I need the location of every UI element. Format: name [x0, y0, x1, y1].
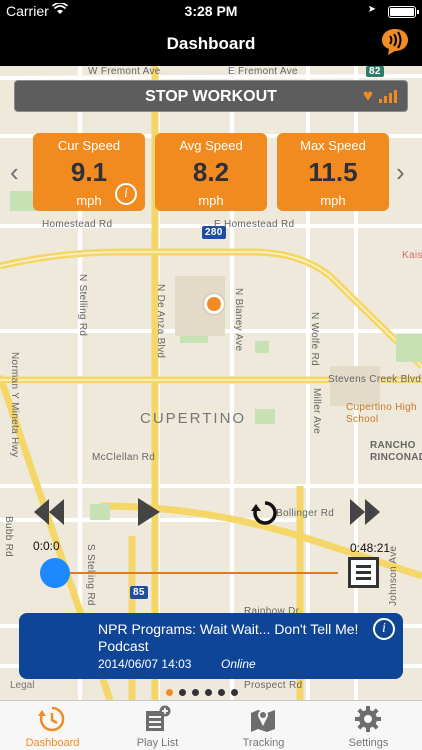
track-list-button[interactable] [348, 557, 379, 588]
street-label: Norman Y Mineta Hwy [9, 352, 20, 458]
chevron-right-icon[interactable]: › [396, 158, 405, 186]
signal-strength-icon [379, 90, 397, 103]
play-button[interactable] [138, 498, 160, 526]
speed-unit: mph [320, 193, 346, 208]
gear-icon [355, 706, 381, 732]
speed-label: Cur Speed [57, 138, 121, 153]
podcast-status: Online [221, 657, 256, 671]
speed-value: 11.5 [308, 157, 358, 187]
progress-track[interactable] [70, 572, 338, 574]
map-legal-link[interactable]: Legal [10, 680, 34, 691]
tab-tracking[interactable]: Tracking [211, 701, 316, 750]
route-shield-85: 85 [130, 586, 148, 599]
street-label: Homestead Rd [42, 219, 113, 230]
status-bar: Carrier 3:28 PM ➤ [0, 0, 422, 22]
location-arrow-icon: ➤ [367, 4, 376, 15]
speed-value: 8.2 [192, 157, 230, 187]
playlist-add-icon [146, 705, 171, 731]
tab-label: Dashboard [25, 737, 80, 749]
current-location-marker [204, 294, 224, 314]
street-label: N Wolfe Rd [309, 312, 320, 366]
repeat-icon[interactable] [250, 498, 280, 528]
place-label: Kaiser Permanente [402, 250, 422, 261]
chevron-left-icon[interactable]: ‹ [10, 158, 19, 186]
route-shield-82: 82 [366, 66, 384, 77]
podcast-title: NPR Programs: Wait Wait... Don't Tell Me… [98, 621, 359, 654]
speed-unit: mph [198, 193, 224, 208]
heart-icon: ♥ [362, 86, 373, 105]
stop-workout-button[interactable]: STOP WORKOUT ♥ [14, 80, 408, 112]
page-title: Dashboard [166, 34, 256, 53]
street-label: W Fremont Ave [88, 66, 161, 77]
stop-workout-label: STOP WORKOUT [145, 88, 277, 105]
street-label: E Fremont Ave [228, 66, 298, 77]
page-dot[interactable] [166, 689, 173, 696]
total-duration: 0:48:21 [350, 541, 391, 555]
current-speed-card[interactable]: Cur Speed 9.1 mph i [33, 133, 145, 211]
fast-forward-button[interactable] [350, 499, 380, 525]
place-label: RANCHO RINCONADA [370, 440, 422, 463]
chat-bubble-icon[interactable] [380, 27, 410, 57]
page-dot[interactable] [179, 689, 186, 696]
page-dot[interactable] [205, 689, 212, 696]
street-label: N Blaney Ave [233, 288, 244, 352]
street-label: McClellan Rd [92, 452, 156, 463]
tab-dashboard[interactable]: Dashboard [0, 701, 105, 750]
now-playing-card[interactable]: NPR Programs: Wait Wait... Don't Tell Me… [19, 613, 403, 679]
tab-label: Tracking [242, 737, 285, 749]
rewind-button[interactable] [34, 499, 64, 525]
info-icon[interactable]: i [373, 618, 395, 640]
place-label: Cupertino High School [346, 402, 417, 425]
progress-slider-knob[interactable] [40, 558, 70, 588]
street-label: N Stelling Rd [77, 274, 88, 337]
page-indicator[interactable] [166, 683, 244, 696]
street-label: Miller Ave [311, 388, 322, 435]
average-speed-card[interactable]: Avg Speed 8.2 mph [155, 133, 267, 211]
speed-label: Avg Speed [179, 138, 243, 153]
page-dot[interactable] [218, 689, 225, 696]
map-pin-icon [251, 710, 275, 732]
nav-bar: Dashboard [0, 22, 422, 66]
page-dot[interactable] [192, 689, 199, 696]
max-speed-card[interactable]: Max Speed 11.5 mph [277, 133, 389, 211]
street-label: Prospect Rd [244, 680, 303, 691]
street-label: S Stelling Rd [85, 544, 96, 606]
tab-bar: Dashboard Play List Tracking Settings [0, 700, 422, 750]
tab-label: Settings [348, 737, 389, 749]
city-label: CUPERTINO [140, 410, 247, 427]
clock: 3:28 PM [184, 3, 238, 19]
tab-play-list[interactable]: Play List [105, 701, 210, 750]
street-label: E Homestead Rd [214, 219, 295, 230]
street-label: Bubb Rd [3, 516, 14, 558]
tab-settings[interactable]: Settings [316, 701, 421, 750]
street-label: Bollinger Rd [276, 508, 335, 519]
speed-label: Max Speed [300, 138, 366, 153]
dashboard-clock-icon [38, 706, 65, 732]
info-icon[interactable]: i [115, 183, 137, 205]
battery-icon [388, 6, 419, 18]
street-label: Stevens Creek Blvd [328, 374, 422, 385]
elapsed-time: 0:0:0 [33, 539, 60, 553]
tab-label: Play List [136, 737, 179, 749]
page-dot[interactable] [231, 689, 238, 696]
podcast-date: 2014/06/07 14:03 [98, 657, 192, 671]
street-label: N De Anza Blvd [155, 284, 166, 359]
